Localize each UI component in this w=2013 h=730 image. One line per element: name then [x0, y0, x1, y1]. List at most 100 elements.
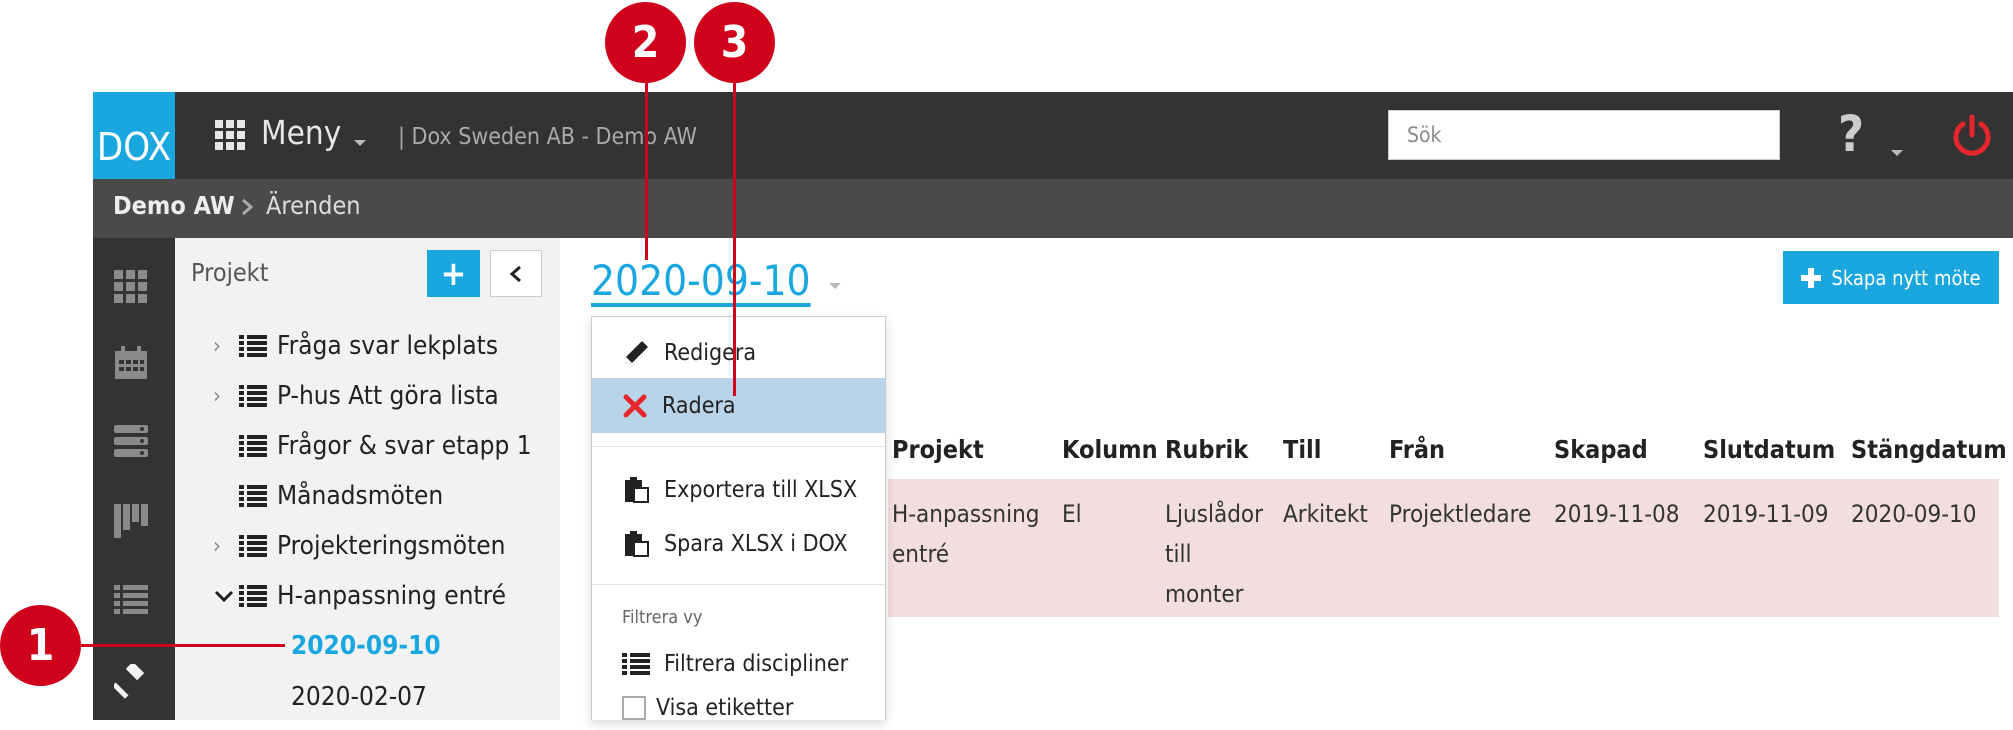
sidebar-item-label: H-anpassning entré [277, 581, 507, 611]
callout-1-line [80, 644, 285, 647]
menu-divider [592, 584, 885, 585]
callout-3: 3 [694, 2, 775, 83]
col-header-kolumn[interactable]: Kolumn [1062, 435, 1158, 464]
menu-item-spara-xlsx[interactable]: Spara XLSX i DOX [622, 522, 848, 566]
sidebar-item-label: P-hus Att göra lista [277, 381, 499, 411]
col-header-slutdatum[interactable]: Slutdatum [1703, 435, 1835, 464]
chevron-left-icon [509, 265, 521, 282]
menu-item-visa-etiketter[interactable]: Visa etiketter [622, 686, 793, 730]
list-icon [622, 653, 650, 675]
plus-icon: + [440, 253, 467, 294]
sidebar-item-fragor-svar-etapp[interactable]: Frågor & svar etapp 1 [213, 426, 532, 466]
dox-logo[interactable]: DOX [93, 92, 175, 179]
cell-projekt-line: entré [892, 540, 950, 568]
help-caret-icon [1891, 150, 1903, 156]
sidebar-item-p-hus[interactable]: › P-hus Att göra lista [213, 376, 499, 416]
cell-projekt: H-anpassning entré [892, 494, 1039, 574]
icon-rail [93, 238, 175, 720]
cell-skapad: 2019-11-08 [1554, 500, 1680, 528]
add-project-button[interactable]: + [427, 250, 480, 297]
help-button[interactable]: ? [1838, 105, 1864, 163]
breadcrumb-demo-aw[interactable]: Demo AW [113, 191, 235, 220]
col-header-stangdatum[interactable]: Stängdatum [1851, 435, 2007, 464]
menu-button[interactable]: Meny [261, 113, 341, 152]
logo-text: DOX [96, 125, 172, 169]
sidebar-item-manadsmoten[interactable]: Månadsmöten [213, 476, 443, 516]
menu-item-label: Visa etiketter [656, 695, 794, 721]
menu-grid-icon[interactable] [215, 120, 245, 150]
menu-item-label: Redigera [664, 340, 757, 366]
cell-projekt-line: H-anpassning [892, 500, 1040, 528]
search-input[interactable] [1388, 110, 1780, 160]
list-icon [239, 335, 267, 357]
kanban-board-icon[interactable] [114, 504, 148, 538]
sidebar-meeting-2020-02-07[interactable]: 2020-02-07 [291, 677, 427, 717]
sidebar-item-h-anpassning-entre[interactable]: H-anpassning entré [213, 576, 506, 616]
chevron-right-icon[interactable]: › [213, 384, 235, 409]
menu-item-filtrera-discipliner[interactable]: Filtrera discipliner [622, 642, 848, 686]
list-icon [239, 535, 267, 557]
col-header-projekt[interactable]: Projekt [892, 435, 984, 464]
menu-caret-icon [354, 140, 366, 146]
menu-item-label: Spara XLSX i DOX [664, 531, 848, 557]
breadcrumb [93, 179, 2013, 238]
col-header-skapad[interactable]: Skapad [1554, 435, 1648, 464]
cell-kolumn: El [1062, 500, 1082, 528]
callout-2: 2 [605, 2, 686, 83]
breadcrumb-arenden: Ärenden [266, 191, 361, 220]
chevron-right-icon[interactable]: › [213, 534, 235, 559]
clipboard-icon [625, 477, 649, 503]
cell-fran: Projektledare [1389, 500, 1532, 528]
cell-slutdatum: 2019-11-09 [1703, 500, 1829, 528]
pencil-icon [625, 341, 648, 364]
cell-rubrik-line: Ljuslådor [1165, 500, 1263, 528]
cell-rubrik-line: till [1165, 540, 1192, 568]
breadcrumb-chevron-icon [242, 198, 254, 216]
cell-rubrik: Ljuslådor till monter [1165, 494, 1263, 614]
company-name: | Dox Sweden AB - Demo AW [398, 124, 697, 150]
sidebar-item-label: Projekteringsmöten [277, 531, 506, 561]
sidebar-title: Projekt [191, 258, 269, 287]
sidebar-item-fraga-svar-lekplats[interactable]: › Fråga svar lekplats [213, 326, 498, 366]
help-icon: ? [1838, 105, 1865, 163]
calendar-icon[interactable] [114, 346, 148, 380]
menu-item-exportera-xlsx[interactable]: Exportera till XLSX [622, 468, 857, 512]
logout-power-icon[interactable] [1950, 113, 1994, 157]
dashboard-grid-icon[interactable] [114, 270, 148, 304]
collapse-sidebar-button[interactable] [490, 250, 542, 297]
title-caret-icon[interactable] [829, 283, 841, 289]
menu-divider [592, 446, 885, 447]
callout-3-line [733, 80, 736, 396]
sidebar-item-label: Frågor & svar etapp 1 [277, 431, 532, 461]
create-meeting-button[interactable]: Skapa nytt möte [1783, 251, 1999, 304]
visa-etiketter-checkbox[interactable] [622, 696, 646, 720]
filter-heading: Filtrera vy [622, 607, 703, 628]
callout-2-line [645, 80, 648, 260]
gavel-icon[interactable] [114, 664, 150, 700]
menu-label: Meny [261, 113, 342, 152]
delete-x-icon [623, 394, 647, 418]
meeting-title-dropdown[interactable]: 2020-09-10 [591, 256, 811, 305]
list-icon [239, 485, 267, 507]
sidebar-item-label: Fråga svar lekplats [277, 331, 498, 361]
list-icon [239, 435, 267, 457]
cell-rubrik-line: monter [1165, 580, 1244, 608]
sidebar-item-projekteringsmoten[interactable]: › Projekteringsmöten [213, 526, 505, 566]
cell-stangdatum: 2020-09-10 [1851, 500, 1977, 528]
menu-item-label: Filtrera discipliner [664, 651, 849, 677]
server-storage-icon[interactable] [114, 424, 148, 458]
chevron-down-icon[interactable] [213, 585, 235, 607]
col-header-fran[interactable]: Från [1389, 435, 1445, 464]
sidebar-meeting-2020-09-10[interactable]: 2020-09-10 [291, 626, 441, 666]
create-meeting-label: Skapa nytt möte [1831, 265, 1981, 290]
menu-item-radera[interactable]: Radera [622, 384, 736, 428]
col-header-till[interactable]: Till [1283, 435, 1321, 464]
list-icon[interactable] [114, 584, 148, 614]
menu-item-label: Exportera till XLSX [664, 477, 858, 503]
col-header-rubrik[interactable]: Rubrik [1165, 435, 1248, 464]
list-icon [239, 385, 267, 407]
sidebar-item-label: Månadsmöten [277, 481, 444, 511]
cell-till: Arkitekt [1283, 500, 1368, 528]
callout-1: 1 [0, 605, 81, 686]
chevron-right-icon[interactable]: › [213, 334, 235, 359]
